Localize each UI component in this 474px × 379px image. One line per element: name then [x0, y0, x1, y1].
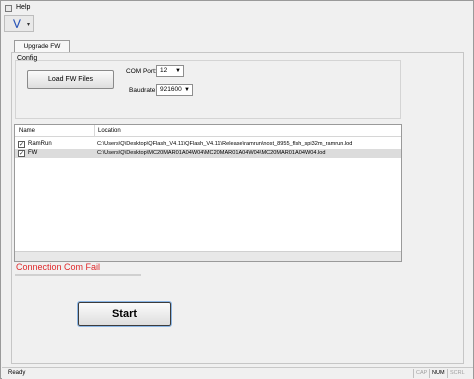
app-system-icon[interactable]	[5, 5, 12, 12]
list-item-name: RamRun	[28, 141, 52, 147]
row-checkbox-ramrun[interactable]: ✓	[18, 141, 25, 148]
num-indicator: NUM	[429, 369, 447, 378]
com-port-label: COM Port:	[126, 68, 157, 75]
toolbar: ⋁ ▾	[4, 15, 34, 32]
main-window: Help ⋁ ▾ Upgrade FW Config Load FW Files…	[0, 0, 474, 379]
com-port-select[interactable]: 12 ▼	[156, 65, 184, 77]
column-header-name[interactable]: Name	[19, 128, 35, 134]
list-item-ramrun[interactable]: ✓ RamRun C:\Users\Q\Desktop\QFlash_V4.11…	[15, 140, 401, 149]
tab-strip: Upgrade FW	[12, 40, 472, 53]
menu-help[interactable]: Help	[16, 4, 30, 11]
status-ready-text: Ready	[8, 370, 26, 376]
row-checkbox-fw[interactable]: ✓	[18, 150, 25, 157]
connection-status-text: Connection Com Fail	[16, 262, 101, 272]
list-item-location: C:\Users\Q\Desktop\MC20MAR01A04W04\MC20M…	[97, 150, 326, 156]
config-group	[15, 60, 401, 119]
fw-file-list[interactable]: Name Location ✓ RamRun C:\Users\Q\Deskto…	[14, 124, 402, 262]
chevron-down-icon[interactable]: ▾	[27, 21, 30, 28]
column-header-location[interactable]: Location	[98, 128, 121, 134]
horizontal-scrollbar[interactable]	[15, 251, 401, 261]
chevron-down-icon: ▼	[175, 68, 181, 74]
baudrate-label: Baudrate:	[129, 87, 158, 94]
load-fw-files-button[interactable]: Load FW Files	[27, 70, 114, 89]
baudrate-select[interactable]: 921600 ▼	[156, 84, 193, 96]
config-group-label: Config	[17, 55, 38, 62]
cap-indicator: CAP	[413, 369, 429, 378]
baudrate-value: 921600	[160, 86, 182, 93]
status-bar: Ready CAP NUM SCRL	[2, 367, 473, 379]
column-divider[interactable]	[94, 125, 95, 137]
progress-bar	[15, 274, 141, 276]
start-button[interactable]: Start	[77, 301, 172, 327]
chevron-down-icon: ▼	[184, 87, 190, 93]
list-item-name: FW	[28, 150, 38, 156]
double-chevron-icon[interactable]: ⋁	[7, 17, 27, 30]
list-item-location: C:\Users\Q\Desktop\QFlash_V4.11\QFlash_V…	[97, 141, 353, 147]
scrl-indicator: SCRL	[447, 369, 467, 378]
com-port-value: 12	[160, 67, 168, 74]
list-item-fw[interactable]: ✓ FW C:\Users\Q\Desktop\MC20MAR01A04W04\…	[15, 149, 401, 158]
list-header: Name Location	[15, 125, 401, 137]
menu-bar: Help	[2, 2, 473, 14]
